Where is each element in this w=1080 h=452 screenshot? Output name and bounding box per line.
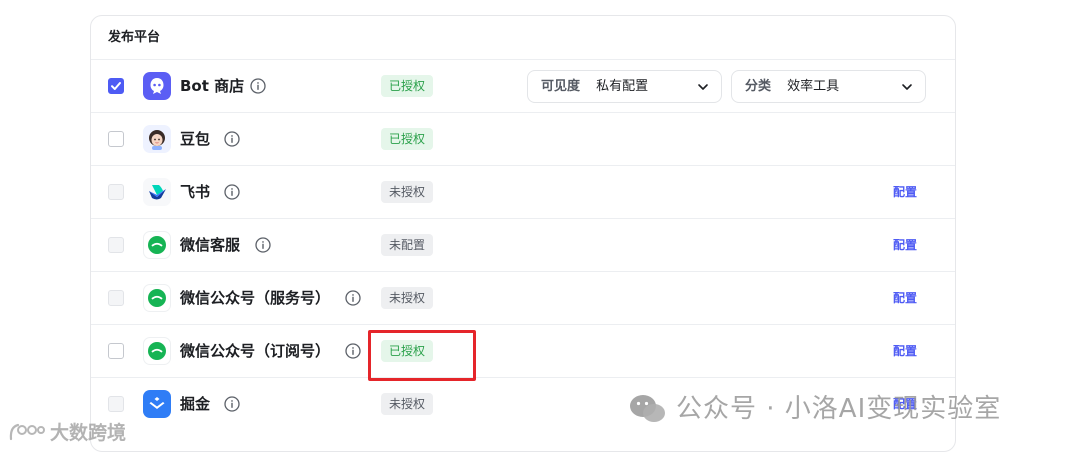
- status-badge: 未授权: [381, 287, 434, 309]
- bot-store-checkbox[interactable]: [108, 78, 124, 94]
- platform-row-wechat-kefu: 微信客服 未配置 配置: [91, 219, 955, 272]
- platform-row-wechat-service: 微信公众号（服务号） 未授权 配置: [91, 272, 955, 325]
- doubao-icon: [143, 125, 171, 153]
- wechat-logo-icon: [630, 395, 665, 422]
- platform-row-doubao: 豆包 已授权: [91, 113, 955, 166]
- wechat-service-checkbox: [108, 290, 124, 306]
- platform-row-feishu: 飞书 未授权 配置: [91, 166, 955, 219]
- visibility-label: 可见度: [541, 79, 581, 94]
- wechat-icon: [143, 337, 171, 365]
- wechat-subscription-config-link[interactable]: 配置: [893, 325, 917, 377]
- feishu-config-link[interactable]: 配置: [893, 166, 917, 218]
- wechat-subscription-checkbox[interactable]: [108, 343, 124, 359]
- publish-platform-panel: 发布平台 Bot 商店 已授权 可见度 私有配置 分类 效率工具 豆包 已授权 …: [90, 15, 956, 452]
- info-icon[interactable]: [345, 343, 361, 359]
- doubao-checkbox[interactable]: [108, 131, 124, 147]
- category-value: 效率工具: [787, 79, 840, 94]
- info-icon[interactable]: [345, 290, 361, 306]
- wechat-icon: [143, 284, 171, 312]
- platform-name: 微信客服: [180, 236, 241, 254]
- watermark-right-text: 公众号 · 小洛AI变现实验室: [676, 394, 1002, 424]
- info-icon[interactable]: [224, 184, 240, 200]
- check-icon: [111, 82, 121, 90]
- chevron-down-icon: [698, 84, 708, 90]
- wechat-icon: [143, 231, 171, 259]
- platform-name: 微信公众号（服务号）: [180, 289, 331, 307]
- watermark-logo-icon: [9, 423, 45, 440]
- feishu-icon: [143, 178, 171, 206]
- visibility-select[interactable]: 可见度 私有配置: [527, 70, 722, 103]
- platform-name: 飞书: [180, 183, 211, 201]
- wechat-service-config-link[interactable]: 配置: [893, 272, 917, 324]
- category-select[interactable]: 分类 效率工具: [731, 70, 926, 103]
- feishu-checkbox: [108, 184, 124, 200]
- status-badge: 未配置: [381, 234, 434, 256]
- watermark-left-text: 大数跨境: [50, 422, 127, 444]
- watermark-right: 公众号 · 小洛AI变现实验室: [628, 389, 1001, 429]
- platform-name: 豆包: [180, 130, 211, 148]
- platform-row-bot-store: Bot 商店 已授权 可见度 私有配置 分类 效率工具: [91, 60, 955, 113]
- panel-title: 发布平台: [91, 16, 955, 60]
- status-badge: 已授权: [381, 128, 434, 150]
- juejin-icon: [143, 390, 171, 418]
- chevron-down-icon: [902, 84, 912, 90]
- info-icon[interactable]: [250, 78, 266, 94]
- status-badge: 未授权: [381, 393, 434, 415]
- visibility-value: 私有配置: [596, 79, 649, 94]
- juejin-checkbox: [108, 396, 124, 412]
- category-label: 分类: [745, 79, 772, 94]
- platform-name: 掘金: [180, 395, 211, 413]
- info-icon[interactable]: [224, 131, 240, 147]
- status-badge: 未授权: [381, 181, 434, 203]
- platform-row-wechat-subscription: 微信公众号（订阅号） 已授权 配置: [91, 325, 955, 378]
- watermark-left: 大数跨境: [8, 418, 126, 445]
- bot-store-icon: [143, 72, 171, 100]
- platform-name: Bot 商店: [180, 77, 245, 95]
- status-badge: 已授权: [381, 75, 434, 97]
- wechat-kefu-config-link[interactable]: 配置: [893, 219, 917, 271]
- wechat-kefu-checkbox: [108, 237, 124, 253]
- info-icon[interactable]: [224, 396, 240, 412]
- status-badge: 已授权: [381, 340, 434, 362]
- platform-name: 微信公众号（订阅号）: [180, 342, 331, 360]
- info-icon[interactable]: [255, 237, 271, 253]
